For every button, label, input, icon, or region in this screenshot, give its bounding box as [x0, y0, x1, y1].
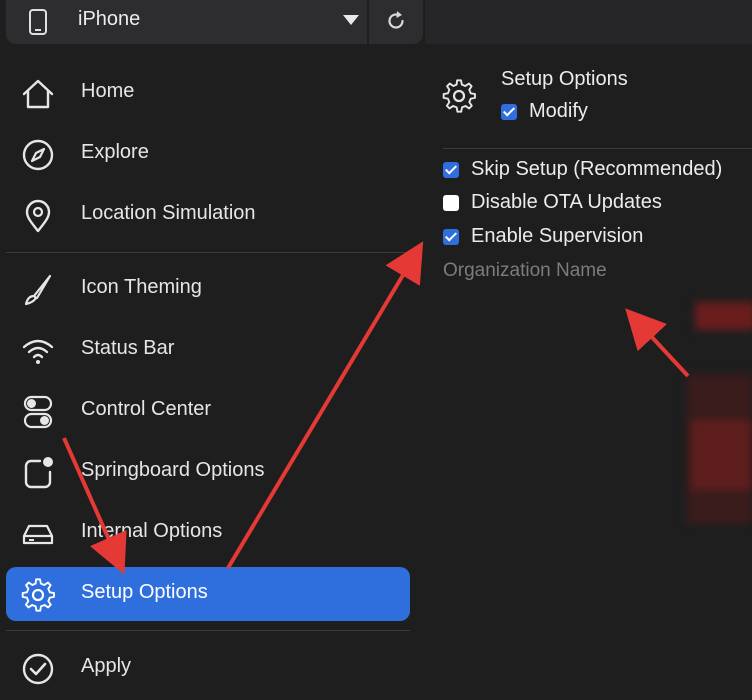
- sidebar-item-setup-options[interactable]: Setup Options: [6, 567, 410, 621]
- app-badge-icon: [20, 455, 56, 491]
- apply-button[interactable]: Apply: [6, 641, 410, 695]
- sidebar-item-status-bar[interactable]: Status Bar: [6, 323, 410, 377]
- brush-icon: [20, 272, 56, 308]
- sidebar-item-label: Explore: [81, 141, 149, 163]
- toggles-icon: [20, 394, 56, 430]
- sidebar-item-label: Springboard Options: [81, 459, 265, 481]
- sidebar-item-icon-theming[interactable]: Icon Theming: [6, 262, 410, 316]
- wifi-icon: [20, 333, 56, 369]
- home-icon: [20, 76, 56, 112]
- checkbox[interactable]: [443, 228, 459, 245]
- checkbox[interactable]: [443, 194, 459, 211]
- sidebar-item-location-simulation[interactable]: Location Simulation: [6, 188, 410, 242]
- sidebar-item-springboard-options[interactable]: Springboard Options: [6, 445, 410, 499]
- gear-icon: [441, 78, 477, 119]
- gear-icon: [20, 577, 56, 613]
- organization-name-input[interactable]: [443, 256, 723, 286]
- sidebar-item-label: Home: [81, 80, 135, 102]
- modify-checkbox[interactable]: Modify: [501, 100, 588, 124]
- sidebar-divider: [6, 252, 410, 253]
- skip-setup-checkbox[interactable]: Skip Setup (Recommended): [443, 158, 722, 186]
- sidebar: Home Explore Location Simulation Icon Th…: [0, 60, 420, 700]
- setup-options-panel: Setup Options Modify Skip Setup (Recomme…: [425, 44, 752, 700]
- drive-icon: [20, 516, 56, 552]
- sidebar-item-home[interactable]: Home: [6, 66, 410, 120]
- sidebar-item-internal-options[interactable]: Internal Options: [6, 506, 410, 560]
- redacted-area: [695, 302, 752, 330]
- modify-checkbox-box[interactable]: [501, 103, 517, 120]
- sidebar-item-label: Setup Options: [81, 581, 208, 603]
- device-name: iPhone: [78, 8, 141, 30]
- enable-supervision-checkbox[interactable]: Enable Supervision: [443, 225, 643, 253]
- device-selector[interactable]: iPhone: [6, 0, 367, 44]
- compass-icon: [20, 137, 56, 173]
- sidebar-item-label: Control Center: [81, 398, 212, 420]
- phone-icon: [28, 9, 48, 40]
- refresh-icon: [388, 11, 404, 29]
- checkbox[interactable]: [443, 161, 459, 178]
- sidebar-divider: [6, 630, 410, 631]
- device-bar-filler: [425, 0, 752, 44]
- redacted-area: [691, 420, 751, 490]
- sidebar-item-label: Status Bar: [81, 337, 175, 359]
- chevron-down-icon[interactable]: [342, 13, 360, 32]
- app-window: iPhone Home Explore Location Simulation …: [0, 0, 752, 700]
- sidebar-item-label: Internal Options: [81, 520, 223, 542]
- option-label: Enable Supervision: [471, 225, 644, 247]
- location-pin-icon: [20, 198, 56, 234]
- modify-label: Modify: [529, 100, 588, 122]
- panel-title: Setup Options: [501, 68, 628, 90]
- sidebar-item-label: Location Simulation: [81, 202, 256, 224]
- panel-divider: [443, 148, 752, 149]
- option-label: Disable OTA Updates: [471, 191, 662, 213]
- sidebar-item-control-center[interactable]: Control Center: [6, 384, 410, 438]
- option-label: Skip Setup (Recommended): [471, 158, 723, 180]
- sidebar-item-explore[interactable]: Explore: [6, 127, 410, 181]
- device-bar: iPhone: [0, 0, 752, 44]
- apply-label: Apply: [81, 655, 132, 677]
- refresh-button[interactable]: [369, 0, 423, 44]
- disable-ota-updates-checkbox[interactable]: Disable OTA Updates: [443, 191, 662, 219]
- sidebar-item-label: Icon Theming: [81, 276, 202, 298]
- check-circle-icon: [20, 651, 56, 687]
